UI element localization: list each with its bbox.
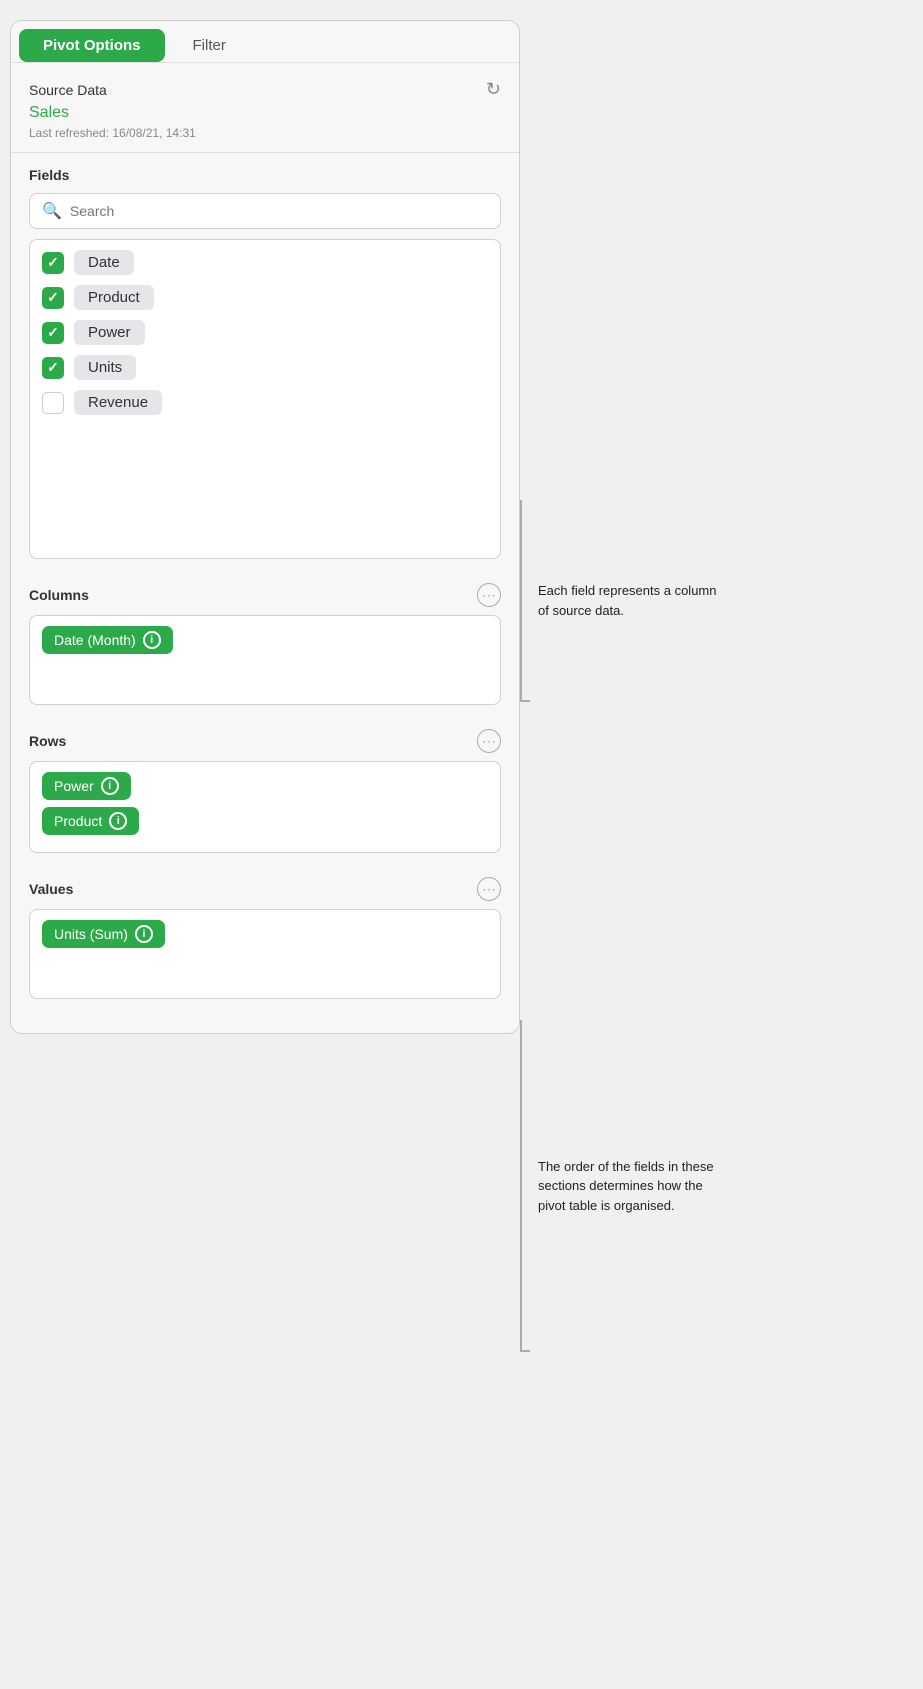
columns-header: Columns ⋯ [29, 583, 501, 607]
source-data-title: Source Data [29, 82, 107, 98]
fields-list-box: Date Product Power Units [29, 239, 501, 559]
columns-tag-date-month-label: Date (Month) [54, 632, 136, 648]
annotation-rows: The order of the fields in these section… [520, 1020, 730, 1352]
field-item-power: Power [42, 320, 488, 345]
rows-section: Rows ⋯ Power i Product i [11, 719, 519, 853]
values-box: Units (Sum) i [29, 909, 501, 999]
rows-more-icon[interactable]: ⋯ [477, 729, 501, 753]
page-wrapper: Pivot Options Filter Source Data ↻ Sales… [0, 0, 923, 1689]
columns-title: Columns [29, 587, 89, 603]
tab-pivot-options[interactable]: Pivot Options [19, 29, 165, 62]
rows-box: Power i Product i [29, 761, 501, 853]
field-tag-units: Units [74, 355, 136, 380]
values-header: Values ⋯ [29, 877, 501, 901]
rows-tag-power-label: Power [54, 778, 94, 794]
values-section: Values ⋯ Units (Sum) i [11, 867, 519, 999]
annotation-fields-text: Each field represents a column of source… [530, 581, 730, 620]
source-name: Sales [29, 104, 501, 122]
field-tag-date: Date [74, 250, 134, 275]
last-refreshed: Last refreshed: 16/08/21, 14:31 [29, 126, 501, 140]
rows-title: Rows [29, 733, 66, 749]
field-tag-power: Power [74, 320, 145, 345]
checkbox-units[interactable] [42, 357, 64, 379]
source-section: Source Data ↻ Sales Last refreshed: 16/0… [11, 63, 519, 153]
columns-more-icon[interactable]: ⋯ [477, 583, 501, 607]
field-item-revenue: Revenue [42, 390, 488, 415]
columns-section: Columns ⋯ Date (Month) i [11, 573, 519, 705]
rows-tag-product-label: Product [54, 813, 102, 829]
columns-box: Date (Month) i [29, 615, 501, 705]
tab-filter[interactable]: Filter [169, 29, 250, 62]
checkbox-revenue[interactable] [42, 392, 64, 414]
tab-bar: Pivot Options Filter [11, 21, 519, 63]
field-item-date: Date [42, 250, 488, 275]
fields-section: Fields 🔍 Date Product Powe [11, 153, 519, 559]
field-tag-product: Product [74, 285, 154, 310]
annotation-fields: Each field represents a column of source… [520, 500, 730, 702]
checkbox-product[interactable] [42, 287, 64, 309]
search-icon: 🔍 [42, 201, 62, 221]
values-tag-units-sum-label: Units (Sum) [54, 926, 128, 942]
fields-title: Fields [29, 167, 501, 183]
rows-power-info-icon[interactable]: i [101, 777, 119, 795]
rows-tag-power[interactable]: Power i [42, 772, 131, 800]
checkbox-power[interactable] [42, 322, 64, 344]
rows-header: Rows ⋯ [29, 729, 501, 753]
checkbox-date[interactable] [42, 252, 64, 274]
rows-product-info-icon[interactable]: i [109, 812, 127, 830]
rows-tag-product[interactable]: Product i [42, 807, 139, 835]
field-item-product: Product [42, 285, 488, 310]
field-item-units: Units [42, 355, 488, 380]
annotation-rows-text: The order of the fields in these section… [530, 1157, 730, 1216]
values-info-icon[interactable]: i [135, 925, 153, 943]
pivot-panel: Pivot Options Filter Source Data ↻ Sales… [10, 20, 520, 1034]
values-title: Values [29, 881, 73, 897]
field-tag-revenue: Revenue [74, 390, 162, 415]
values-tag-units-sum[interactable]: Units (Sum) i [42, 920, 165, 948]
values-more-icon[interactable]: ⋯ [477, 877, 501, 901]
search-bar[interactable]: 🔍 [29, 193, 501, 229]
search-input[interactable] [70, 203, 488, 219]
source-label: Source Data ↻ [29, 79, 501, 100]
refresh-icon[interactable]: ↻ [486, 79, 501, 100]
columns-info-icon[interactable]: i [143, 631, 161, 649]
columns-tag-date-month[interactable]: Date (Month) i [42, 626, 173, 654]
